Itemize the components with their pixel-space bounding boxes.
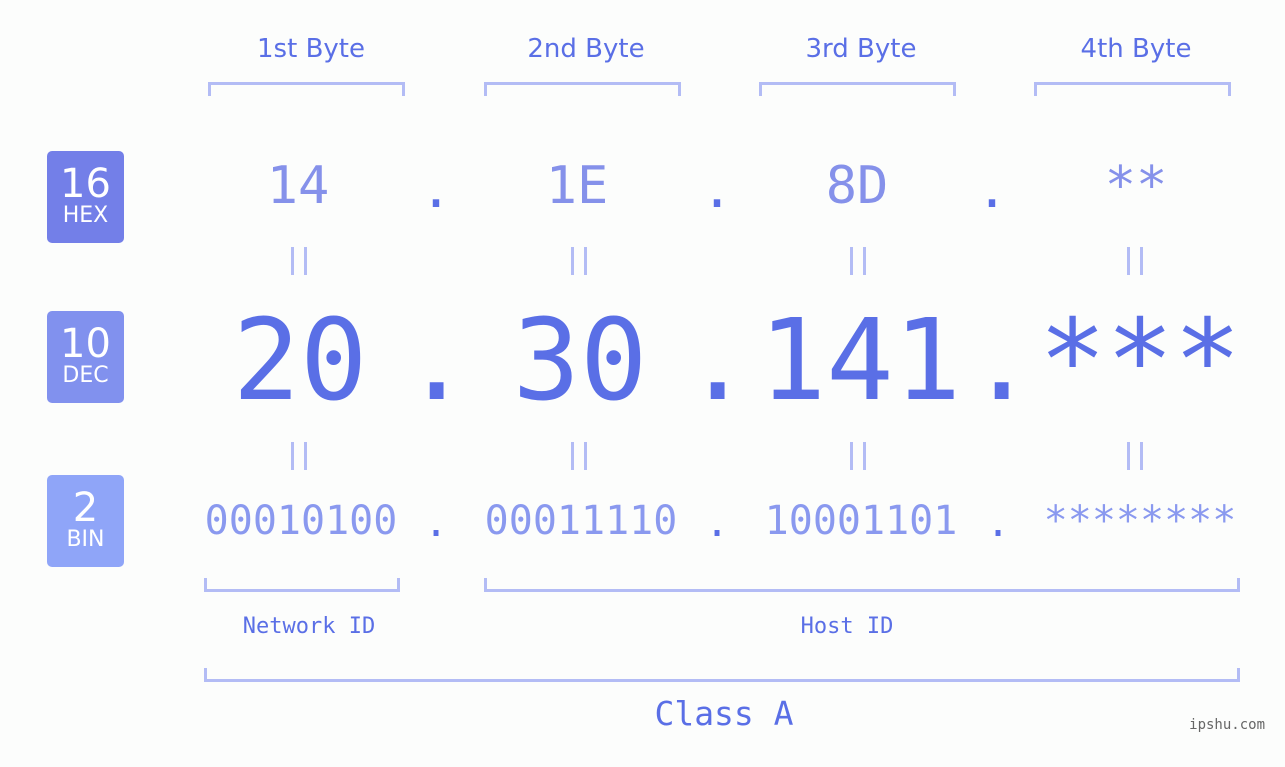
byte-bracket-2 — [484, 82, 681, 96]
class-bracket — [204, 668, 1240, 682]
dec-base-number: 10 — [60, 321, 111, 367]
equals-icon — [1127, 247, 1143, 275]
bin-byte-1: 00010100 — [204, 498, 398, 544]
bin-byte-3: 10001101 — [764, 498, 958, 544]
hex-separator: . — [976, 160, 1008, 220]
dec-badge: 10 DEC — [47, 311, 124, 403]
dec-byte-3: 141 — [758, 296, 962, 426]
hex-byte-2: 1E — [545, 156, 609, 216]
equals-icon — [291, 247, 307, 275]
hex-badge: 16 HEX — [47, 151, 124, 243]
hex-separator: . — [420, 160, 452, 220]
class-label: Class A — [654, 694, 794, 733]
hex-byte-3: 8D — [825, 156, 889, 216]
equals-icon — [850, 247, 866, 275]
bin-byte-2: 00011110 — [484, 498, 678, 544]
equals-icon — [571, 247, 587, 275]
network-id-bracket — [204, 578, 400, 592]
equals-icon — [291, 442, 307, 470]
hex-byte-1: 14 — [266, 156, 330, 216]
byte-header-3: 3rd Byte — [805, 34, 917, 64]
hex-byte-4: ** — [1104, 156, 1168, 216]
dec-byte-2: 30 — [512, 296, 648, 426]
byte-bracket-4 — [1034, 82, 1231, 96]
hex-base-number: 16 — [60, 161, 111, 207]
dec-base-label: DEC — [62, 363, 109, 388]
hex-base-label: HEX — [62, 203, 109, 228]
host-id-bracket — [484, 578, 1240, 592]
host-id-label: Host ID — [800, 614, 894, 639]
equals-icon — [1127, 442, 1143, 470]
watermark: ipshu.com — [1189, 717, 1265, 733]
dec-byte-1: 20 — [232, 296, 368, 426]
bin-badge: 2 BIN — [47, 475, 124, 567]
bin-separator: . — [423, 500, 449, 546]
byte-header-4: 4th Byte — [1080, 34, 1192, 64]
bin-byte-4: ******** — [1043, 498, 1237, 544]
bin-base-number: 2 — [72, 485, 99, 531]
byte-bracket-1 — [208, 82, 405, 96]
byte-bracket-3 — [759, 82, 956, 96]
byte-header-2: 2nd Byte — [527, 34, 645, 64]
bin-base-label: BIN — [66, 527, 105, 552]
equals-icon — [850, 442, 866, 470]
byte-header-1: 1st Byte — [257, 34, 365, 64]
equals-icon — [571, 442, 587, 470]
network-id-label: Network ID — [242, 614, 376, 639]
dec-byte-4: *** — [1038, 296, 1242, 426]
hex-separator: . — [701, 160, 733, 220]
